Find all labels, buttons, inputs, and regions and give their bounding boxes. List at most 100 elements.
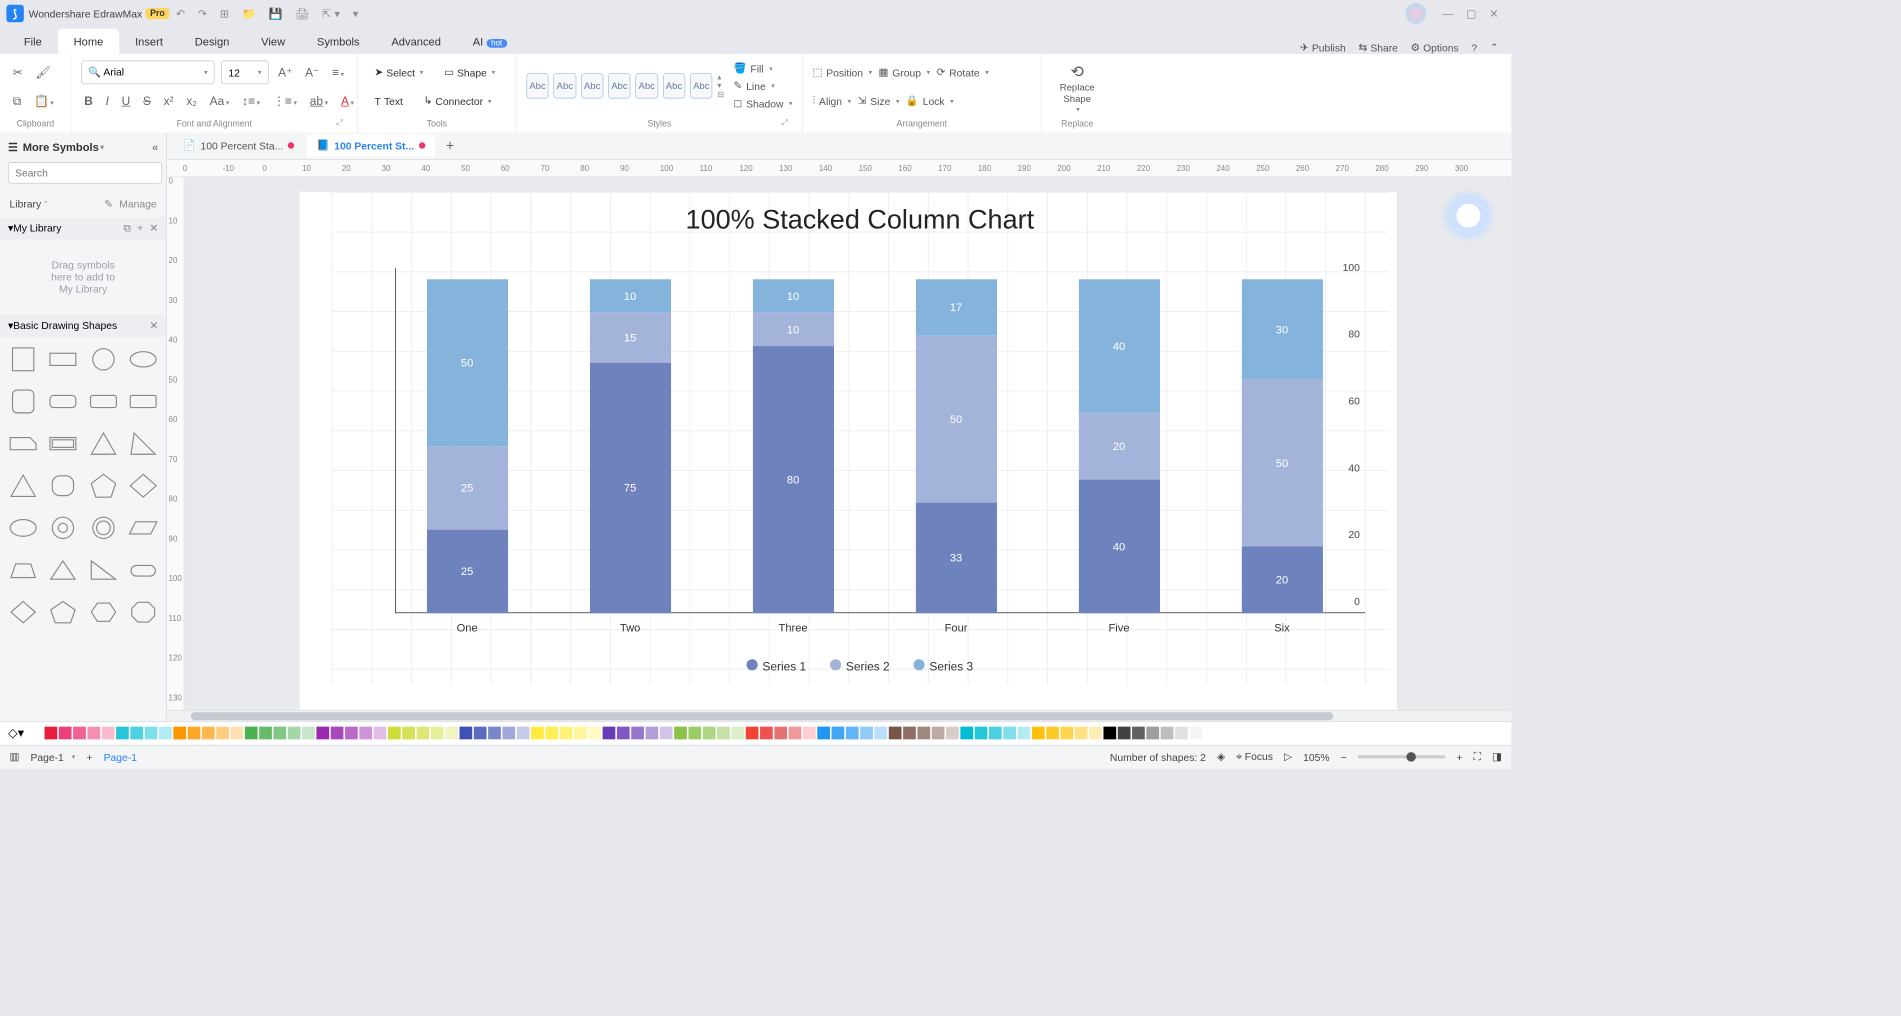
color-swatch[interactable] xyxy=(231,727,244,740)
color-swatch[interactable] xyxy=(746,727,759,740)
play-icon[interactable]: ▷ xyxy=(1284,751,1292,764)
page-selector[interactable]: Page-1▾ xyxy=(30,751,75,763)
color-swatch[interactable] xyxy=(1075,727,1088,740)
doc-tab[interactable]: 📘100 Percent St... xyxy=(307,135,435,157)
copy-icon[interactable]: ⧉ xyxy=(10,91,25,111)
color-swatch[interactable] xyxy=(946,727,959,740)
color-swatch[interactable] xyxy=(1046,727,1059,740)
color-swatch[interactable] xyxy=(259,727,272,740)
color-swatch[interactable] xyxy=(474,727,487,740)
style-swatch[interactable]: Abc xyxy=(663,73,686,98)
color-swatch[interactable] xyxy=(789,727,802,740)
style-swatch[interactable]: Abc xyxy=(690,73,713,98)
add-tab-icon[interactable]: + xyxy=(438,134,462,157)
group-button[interactable]: ▦Group▾ xyxy=(879,64,931,80)
color-swatch[interactable] xyxy=(302,727,315,740)
color-swatch[interactable] xyxy=(1132,727,1145,740)
lib-open-icon[interactable]: ⧉ xyxy=(123,222,130,235)
my-library-section[interactable]: ▾ My Library ⧉ + ✕ xyxy=(0,217,166,239)
tab-view[interactable]: View xyxy=(245,29,301,54)
align-menu-icon[interactable]: ≡▾ xyxy=(329,62,348,82)
color-swatch[interactable] xyxy=(30,727,43,740)
increase-font-icon[interactable]: A⁺ xyxy=(275,62,296,83)
shape-triangle3[interactable] xyxy=(8,471,38,504)
color-swatch[interactable] xyxy=(1161,727,1174,740)
size-button[interactable]: ⇲Size▾ xyxy=(858,93,900,109)
open-icon[interactable]: 📁 xyxy=(242,7,256,21)
shape-roundrect[interactable] xyxy=(48,387,78,420)
format-painter-icon[interactable]: 🖌 xyxy=(32,62,54,83)
color-swatch[interactable] xyxy=(660,727,673,740)
color-swatch[interactable] xyxy=(488,727,501,740)
bar-column[interactable]: 101080Three xyxy=(752,279,833,613)
collapse-panel-icon[interactable]: « xyxy=(152,141,158,154)
color-swatch[interactable] xyxy=(174,727,187,740)
color-swatch[interactable] xyxy=(732,727,745,740)
rotate-button[interactable]: ⟳Rotate▾ xyxy=(937,64,989,80)
lib-add-icon[interactable]: + xyxy=(137,222,143,235)
style-up-icon[interactable]: ▴ xyxy=(717,73,724,82)
paste-icon[interactable]: 📋▾ xyxy=(31,91,57,112)
symbol-search-input[interactable] xyxy=(8,162,162,183)
line-button[interactable]: ✎Line▾ xyxy=(734,78,793,94)
color-swatch[interactable] xyxy=(1147,727,1160,740)
color-swatch[interactable] xyxy=(1032,727,1045,740)
color-swatch[interactable] xyxy=(202,727,215,740)
lib-close-icon[interactable]: ✕ xyxy=(150,222,159,235)
tab-advanced[interactable]: Advanced xyxy=(375,29,456,54)
bold-icon[interactable]: B xyxy=(81,91,96,111)
doc-tab[interactable]: 📄100 Percent Sta... xyxy=(173,135,304,157)
maximize-icon[interactable]: ▢ xyxy=(1466,7,1477,21)
shape-triangle2[interactable] xyxy=(128,429,158,462)
canvas-viewport[interactable]: 100% Stacked Column Chart 02040608010050… xyxy=(184,177,1511,710)
line-spacing-icon[interactable]: ↕≡▾ xyxy=(239,91,263,111)
color-swatch[interactable] xyxy=(360,727,373,740)
shape-rect[interactable] xyxy=(48,345,78,378)
shape-roundrect2[interactable] xyxy=(88,387,118,420)
color-swatch[interactable] xyxy=(846,727,859,740)
color-swatch[interactable] xyxy=(460,727,473,740)
horizontal-scrollbar[interactable] xyxy=(167,710,1511,721)
close-icon[interactable]: ✕ xyxy=(1489,7,1498,21)
print-icon[interactable]: 🖨 xyxy=(295,7,309,21)
font-color-icon[interactable]: A▾ xyxy=(338,91,358,111)
color-swatch[interactable] xyxy=(875,727,888,740)
color-swatch[interactable] xyxy=(217,727,230,740)
add-page-icon[interactable]: + xyxy=(86,751,92,763)
manage-label[interactable]: Manage xyxy=(119,198,156,211)
color-swatch[interactable] xyxy=(431,727,444,740)
position-button[interactable]: ⬚Position▾ xyxy=(812,64,872,80)
color-swatch[interactable] xyxy=(760,727,773,740)
layers-icon[interactable]: ◈ xyxy=(1217,751,1225,764)
color-swatch[interactable] xyxy=(674,727,687,740)
strike-icon[interactable]: S xyxy=(140,91,154,111)
export-icon[interactable]: ⇱ ▾ xyxy=(322,7,340,21)
shape-donut[interactable] xyxy=(48,513,78,546)
shape-circle[interactable] xyxy=(88,345,118,378)
zoom-out-icon[interactable]: − xyxy=(1341,751,1347,763)
cut-icon[interactable]: ✂ xyxy=(10,62,26,83)
bar-column[interactable]: 101575Two xyxy=(589,279,670,613)
color-swatch[interactable] xyxy=(1118,727,1131,740)
tab-design[interactable]: Design xyxy=(179,29,245,54)
italic-icon[interactable]: I xyxy=(102,91,112,111)
color-swatch[interactable] xyxy=(317,727,330,740)
style-gallery-icon[interactable]: ⊟ xyxy=(717,90,724,99)
fill-tool-icon[interactable]: ◇▾ xyxy=(8,725,24,741)
shape-pentagon[interactable] xyxy=(88,471,118,504)
user-avatar[interactable] xyxy=(1406,3,1427,24)
zoom-slider[interactable] xyxy=(1358,755,1445,758)
undo-icon[interactable]: ↶ xyxy=(176,7,185,21)
color-swatch[interactable] xyxy=(775,727,788,740)
color-swatch[interactable] xyxy=(88,727,101,740)
redo-icon[interactable]: ↷ xyxy=(198,7,207,21)
color-swatch[interactable] xyxy=(45,727,58,740)
color-swatch[interactable] xyxy=(589,727,602,740)
color-swatch[interactable] xyxy=(245,727,258,740)
collapse-ribbon-icon[interactable]: ⌃ xyxy=(1490,41,1499,54)
shape-roundrect3[interactable] xyxy=(128,387,158,420)
color-swatch[interactable] xyxy=(803,727,816,740)
align-button[interactable]: ⫶Align▾ xyxy=(812,93,851,109)
bullets-icon[interactable]: ⋮≡▾ xyxy=(270,91,300,112)
publish-button[interactable]: ✈Publish xyxy=(1300,41,1346,54)
